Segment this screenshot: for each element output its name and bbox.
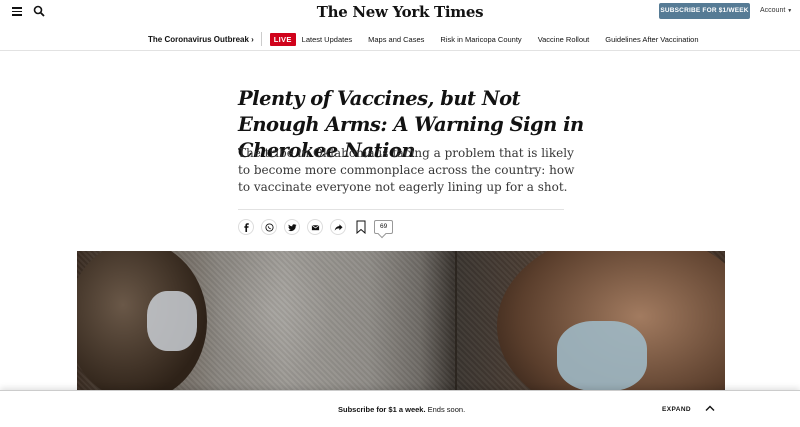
face-mask-left [147,291,197,351]
twitter-icon [287,223,297,231]
face-mask-right [557,321,647,391]
nav-link-latest-updates[interactable]: Latest Updates [302,35,352,44]
partition-edge [455,251,457,391]
live-badge: LIVE [269,32,296,46]
email-share-button[interactable] [307,219,323,235]
subscribe-offer: Subscribe for $1 a week. [338,405,426,414]
whatsapp-icon [264,222,274,232]
header-divider [238,209,564,210]
account-menu[interactable]: Account ▼ [760,7,792,14]
email-icon [311,224,319,230]
expand-button[interactable]: EXPAND [662,406,691,413]
chevron-up-icon[interactable] [705,404,715,412]
chevron-down-icon: ▼ [787,8,793,14]
whatsapp-share-button[interactable] [261,219,277,235]
subscribe-message: Subscribe for $1 a week. Ends soon. [338,405,465,414]
article-summary: The tribe in Oklahoma is facing a proble… [238,146,575,194]
bookmark-icon[interactable] [356,220,366,234]
hero-image [77,251,725,391]
nav-link-risk-maricopa[interactable]: Risk in Maricopa County [440,35,521,44]
section-title-link[interactable]: The Coronavirus Outbreak › [148,35,254,44]
more-share-button[interactable] [330,219,346,235]
share-toolbar: 69 [238,218,394,236]
nav-link-maps-and-cases[interactable]: Maps and Cases [368,35,424,44]
twitter-share-button[interactable] [284,219,300,235]
subscribe-deadline: Ends soon. [425,405,466,414]
top-bar: The New York Times SUBSCRIBE FOR $1/WEEK… [0,0,800,24]
subscribe-button[interactable]: SUBSCRIBE FOR $1/WEEK [659,3,750,19]
nav-divider [260,32,262,46]
share-arrow-icon [334,223,343,231]
facebook-share-button[interactable] [238,219,254,235]
nav-link-vaccine-rollout[interactable]: Vaccine Rollout [538,35,590,44]
facebook-icon [243,222,249,232]
comments-button[interactable]: 69 [374,220,394,234]
account-label: Account [760,7,786,14]
subscribe-dock: Subscribe for $1 a week. Ends soon. EXPA… [0,390,800,427]
section-nav: The Coronavirus Outbreak › LIVE Latest U… [0,27,800,51]
nav-link-guidelines[interactable]: Guidelines After Vaccination [605,35,698,44]
